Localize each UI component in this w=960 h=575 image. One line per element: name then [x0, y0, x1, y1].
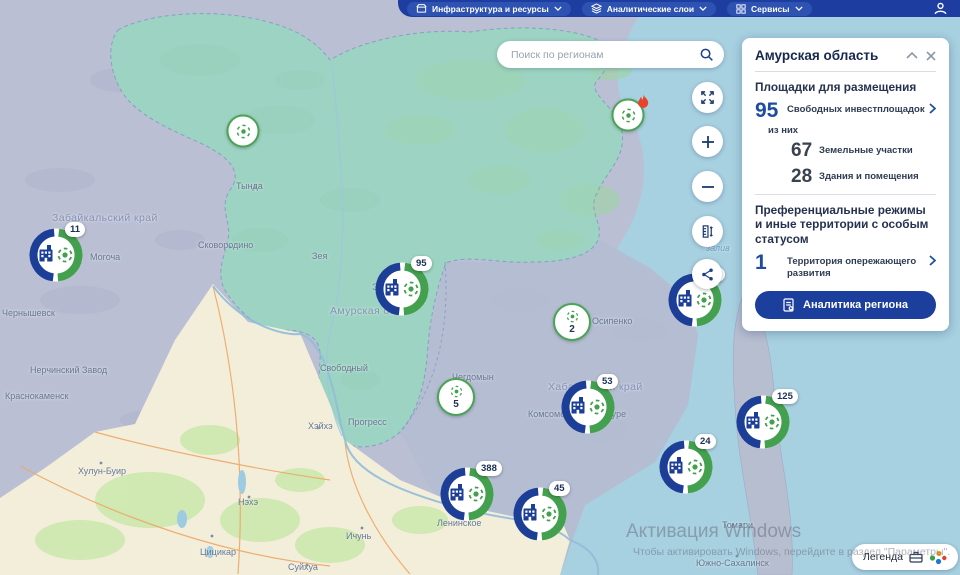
- target-icon: [449, 384, 464, 399]
- free-sites-count: 95: [755, 100, 787, 121]
- spot-count: 5: [453, 400, 459, 410]
- buildings-label: Здания и помещения: [819, 167, 936, 183]
- windows-activation-hint: Чтобы активировать Windows, перейдите в …: [633, 546, 950, 558]
- chevron-down-icon: [699, 6, 707, 11]
- expand-icon: [700, 90, 715, 105]
- map-spot-marker[interactable]: 2: [553, 303, 591, 341]
- cluster-count-badge: 53: [597, 374, 618, 389]
- asez-label: Территория опережающего развития: [787, 252, 925, 281]
- close-icon[interactable]: [926, 51, 936, 61]
- document-icon: [783, 298, 795, 312]
- plus-icon: [701, 135, 715, 149]
- menu-label: Аналитические слои: [607, 4, 694, 14]
- share-icon: [699, 266, 716, 283]
- asez-count: 1: [755, 252, 787, 273]
- target-icon: [619, 106, 637, 124]
- windows-activation-watermark: Активация Windows: [626, 521, 801, 543]
- share-marker[interactable]: [692, 259, 722, 289]
- menu-analytic-layers[interactable]: Аналитические слои: [582, 2, 716, 16]
- target-icon: [565, 309, 580, 324]
- menu-infrastructure[interactable]: Инфраструктура и ресурсы: [407, 2, 571, 16]
- search-input[interactable]: [511, 49, 699, 61]
- analytics-button-label: Аналитика региона: [803, 299, 908, 311]
- menu-label: Инфраструктура и ресурсы: [432, 4, 549, 14]
- land-plots-count: 67: [791, 141, 819, 160]
- user-button[interactable]: [934, 2, 947, 15]
- land-plots-label: Земельные участки: [819, 141, 936, 157]
- map-spot-marker[interactable]: [612, 99, 645, 132]
- chevron-right-icon[interactable]: [929, 100, 936, 114]
- map-spot-marker[interactable]: [227, 115, 260, 148]
- free-sites-label: Свободных инвестплощадок: [787, 100, 925, 116]
- services-icon: [736, 4, 746, 14]
- panel-title: Амурская область: [755, 48, 898, 63]
- app-window: Забайкальский крайМогочаЧернышевскНерчин…: [0, 0, 960, 575]
- cluster-count-badge: 95: [411, 256, 432, 271]
- cluster-count-badge: 11: [65, 222, 85, 237]
- region-search: [497, 41, 724, 68]
- buildings-count: 28: [791, 167, 819, 186]
- cluster-count-badge: 388: [476, 461, 502, 476]
- fullscreen-button[interactable]: [692, 82, 723, 113]
- chevron-down-icon: [795, 6, 803, 11]
- of-them-label: из них: [768, 125, 936, 136]
- infrastructure-icon: [416, 3, 427, 14]
- cluster-count-badge: 125: [772, 389, 798, 404]
- analytics-button[interactable]: Аналитика региона: [755, 291, 936, 319]
- chevron-down-icon: [554, 6, 562, 11]
- map-cluster-marker[interactable]: 45: [513, 487, 567, 541]
- region-panel: Амурская область Площадки для размещения…: [742, 38, 949, 331]
- map-spot-marker[interactable]: 5: [437, 378, 475, 416]
- ruler-icon: [700, 224, 715, 239]
- topbar: Инфраструктура и ресурсы Аналитические с…: [398, 0, 960, 17]
- spot-count: 2: [569, 325, 575, 335]
- chevron-up-icon[interactable]: [906, 52, 918, 59]
- fire-icon: [637, 95, 650, 110]
- map-cluster-marker[interactable]: 95: [375, 262, 429, 316]
- zoom-in-button[interactable]: [692, 126, 723, 157]
- cluster-count-badge: 24: [695, 434, 716, 449]
- cluster-count-badge: 45: [549, 481, 570, 496]
- ruler-button[interactable]: [692, 216, 723, 247]
- layers-icon: [591, 3, 602, 14]
- minus-icon: [701, 180, 715, 194]
- search-icon[interactable]: [699, 47, 714, 62]
- zoom-out-button[interactable]: [692, 171, 723, 202]
- map-cluster-marker[interactable]: 388: [440, 467, 494, 521]
- preferential-heading: Преференциальные режимы и иные территори…: [755, 203, 936, 247]
- menu-label: Сервисы: [751, 4, 790, 14]
- map-cluster-marker[interactable]: 24: [659, 440, 713, 494]
- map-cluster-marker[interactable]: 11: [29, 228, 83, 282]
- chevron-right-icon[interactable]: [929, 252, 936, 266]
- map-cluster-marker[interactable]: 125: [736, 395, 790, 449]
- user-icon: [934, 2, 947, 15]
- target-icon: [234, 122, 252, 140]
- placement-heading: Площадки для размещения: [755, 80, 936, 95]
- menu-services[interactable]: Сервисы: [727, 2, 812, 16]
- map-cluster-marker[interactable]: 53: [561, 380, 615, 434]
